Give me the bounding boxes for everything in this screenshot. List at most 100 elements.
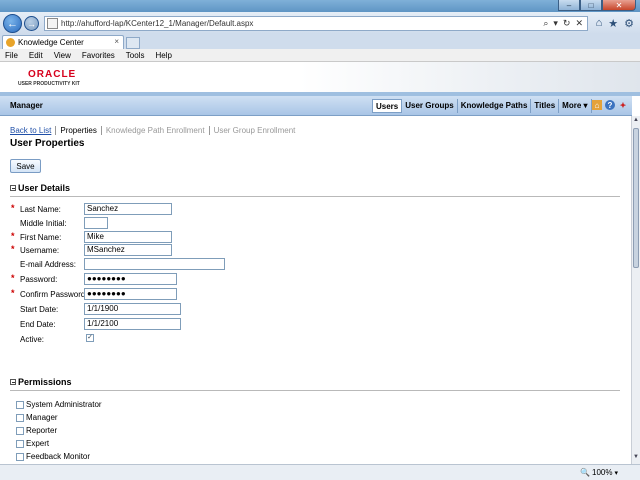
user-details-header[interactable]: User Details bbox=[10, 183, 70, 193]
permission-row: Feedback Monitor bbox=[16, 452, 90, 461]
active-checkbox[interactable]: ✓ bbox=[86, 334, 94, 342]
zoom-dropdown-icon[interactable]: ▾ bbox=[614, 469, 618, 477]
start-date-label: Start Date: bbox=[20, 305, 59, 314]
back-button[interactable]: ← bbox=[3, 14, 22, 33]
active-label: Active: bbox=[20, 335, 45, 344]
email-label: E-mail Address: bbox=[20, 260, 77, 269]
feedback-monitor-checkbox[interactable] bbox=[16, 452, 24, 461]
search-icon[interactable]: ⌕ bbox=[543, 18, 548, 29]
confirm-password-label: Confirm Password: bbox=[20, 290, 88, 299]
required-mark: * bbox=[11, 288, 15, 298]
save-button[interactable]: Save bbox=[10, 159, 41, 173]
menu-view[interactable]: View bbox=[54, 51, 71, 60]
zoom-level: 100% bbox=[592, 468, 613, 477]
permission-label: System Administrator bbox=[26, 400, 102, 409]
header-gradient bbox=[300, 62, 640, 92]
system-administrator-checkbox[interactable] bbox=[16, 400, 24, 409]
middle-initial-field[interactable] bbox=[84, 217, 108, 229]
reporter-checkbox[interactable] bbox=[16, 426, 24, 435]
header-icons: ⌂ ? ✦ bbox=[592, 100, 628, 110]
required-mark: * bbox=[11, 244, 15, 254]
required-mark: * bbox=[11, 203, 15, 213]
knowledge-path-enrollment-tab: Knowledge Path Enrollment bbox=[102, 126, 210, 135]
gear-icon[interactable]: ⚙ bbox=[624, 17, 634, 30]
nav-user-groups[interactable]: User Groups bbox=[402, 99, 458, 113]
manager-checkbox[interactable] bbox=[16, 413, 24, 422]
confirm-password-field[interactable]: ●●●●●●●● bbox=[84, 288, 177, 300]
middle-initial-label: Middle Initial: bbox=[20, 219, 67, 228]
tab-knowledge-center[interactable]: Knowledge Center × bbox=[2, 35, 124, 49]
scroll-down-icon[interactable]: ▼ bbox=[632, 454, 640, 463]
email-field[interactable] bbox=[84, 258, 225, 270]
nav-more-dropdown[interactable]: More bbox=[559, 99, 592, 113]
oracle-logo: ORACLE bbox=[28, 69, 77, 80]
end-date-field[interactable]: 1/1/2100 bbox=[84, 318, 181, 330]
home-icon[interactable]: ⌂ bbox=[592, 100, 602, 110]
permission-row: System Administrator bbox=[16, 400, 102, 409]
zoom-control[interactable]: 🔍 100% ▾ bbox=[580, 468, 618, 477]
tab-close-icon[interactable]: × bbox=[114, 37, 119, 46]
minimize-button[interactable]: – bbox=[558, 0, 580, 11]
permission-label: Expert bbox=[26, 439, 50, 448]
browser-toolbar-icons: ⌂ ★ ⚙ bbox=[596, 17, 634, 30]
menu-help[interactable]: Help bbox=[155, 51, 171, 60]
stop-icon[interactable]: ✕ bbox=[575, 18, 583, 29]
page-section-title: Manager bbox=[10, 101, 43, 110]
favicon-icon bbox=[6, 38, 15, 47]
collapse-icon[interactable] bbox=[10, 379, 16, 385]
end-date-label: End Date: bbox=[20, 320, 56, 329]
permission-label: Feedback Monitor bbox=[26, 452, 91, 461]
first-name-label: First Name: bbox=[20, 233, 62, 242]
browser-navigation-bar: ← → http://ahufford-lap/KCenter12_1/Mana… bbox=[0, 12, 640, 34]
scroll-thumb[interactable] bbox=[633, 128, 639, 268]
browser-tab-strip: Knowledge Center × bbox=[0, 34, 640, 49]
window-controls: – □ ✕ bbox=[558, 0, 636, 11]
favorites-star-icon[interactable]: ★ bbox=[608, 17, 618, 30]
address-tools: ⌕ ▾ ↻ ✕ bbox=[543, 18, 583, 29]
required-mark: * bbox=[11, 231, 15, 241]
user-details-title: User Details bbox=[18, 183, 71, 193]
close-window-button[interactable]: ✕ bbox=[602, 0, 636, 11]
refresh-icon[interactable]: ↻ bbox=[563, 18, 571, 29]
menu-file[interactable]: File bbox=[5, 51, 18, 60]
logout-icon[interactable]: ✦ bbox=[618, 100, 628, 110]
start-date-field[interactable]: 1/1/1900 bbox=[84, 303, 181, 315]
forward-button[interactable]: → bbox=[24, 16, 39, 31]
menu-tools[interactable]: Tools bbox=[126, 51, 145, 60]
permission-row: Expert bbox=[16, 439, 49, 448]
tab-title: Knowledge Center bbox=[18, 38, 84, 47]
maximize-button[interactable]: □ bbox=[580, 0, 602, 11]
expert-checkbox[interactable] bbox=[16, 439, 24, 448]
page-icon bbox=[47, 18, 58, 29]
new-tab-button[interactable] bbox=[126, 37, 140, 49]
address-text[interactable]: http://ahufford-lap/KCenter12_1/Manager/… bbox=[61, 19, 253, 28]
address-bar[interactable]: http://ahufford-lap/KCenter12_1/Manager/… bbox=[44, 16, 588, 31]
username-field[interactable]: MSanchez bbox=[84, 244, 172, 256]
app-logo-area: ORACLE USER PRODUCTIVITY KIT bbox=[0, 62, 640, 96]
help-icon[interactable]: ? bbox=[605, 100, 615, 110]
menu-favorites[interactable]: Favorites bbox=[82, 51, 115, 60]
scroll-up-icon[interactable]: ▲ bbox=[632, 117, 640, 126]
password-label: Password: bbox=[20, 275, 58, 284]
section-divider bbox=[10, 390, 620, 391]
collapse-icon[interactable] bbox=[10, 185, 16, 191]
nav-knowledge-paths[interactable]: Knowledge Paths bbox=[458, 99, 532, 113]
forward-arrow-icon: → bbox=[27, 18, 36, 29]
home-icon[interactable]: ⌂ bbox=[596, 17, 603, 30]
app-header-bar: Manager Users User Groups Knowledge Path… bbox=[0, 96, 632, 116]
zoom-icon: 🔍 bbox=[580, 468, 591, 477]
dropdown-icon[interactable]: ▾ bbox=[553, 18, 558, 29]
properties-tab[interactable]: Properties bbox=[56, 126, 102, 135]
vertical-scrollbar[interactable]: ▲ ▼ bbox=[631, 116, 640, 464]
browser-status-bar: 🔍 100% ▾ bbox=[0, 464, 640, 480]
nav-users[interactable]: Users bbox=[372, 99, 403, 113]
last-name-field[interactable]: Sanchez bbox=[84, 203, 172, 215]
nav-titles[interactable]: Titles bbox=[531, 99, 560, 113]
first-name-field[interactable]: Mike bbox=[84, 231, 172, 243]
permission-label: Manager bbox=[26, 413, 58, 422]
product-name: USER PRODUCTIVITY KIT bbox=[18, 81, 80, 87]
back-to-list-link[interactable]: Back to List bbox=[10, 126, 57, 135]
menu-edit[interactable]: Edit bbox=[29, 51, 43, 60]
password-field[interactable]: ●●●●●●●● bbox=[84, 273, 177, 285]
permissions-header[interactable]: Permissions bbox=[10, 377, 72, 387]
